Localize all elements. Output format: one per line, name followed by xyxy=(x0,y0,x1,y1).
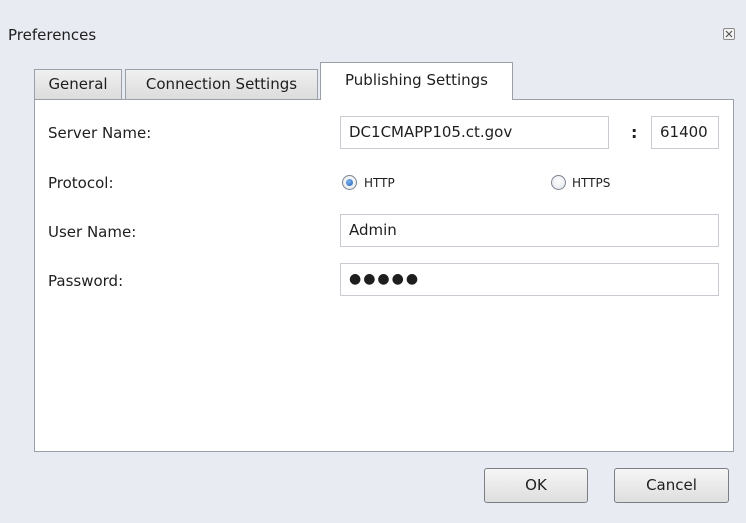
preferences-dialog: Preferences General Connection Settings … xyxy=(0,0,746,523)
title-bar: Preferences xyxy=(0,18,746,50)
user-name-input[interactable]: Admin xyxy=(340,214,719,247)
radio-selected-indicator xyxy=(346,179,353,186)
close-icon xyxy=(725,30,733,38)
server-name-label: Server Name: xyxy=(48,124,152,142)
http-radio-label[interactable]: HTTP xyxy=(364,176,395,190)
server-name-input[interactable]: DC1CMAPP105.ct.gov xyxy=(340,116,609,149)
close-button[interactable] xyxy=(723,28,735,40)
tab-publishing-settings[interactable]: Publishing Settings xyxy=(320,62,513,100)
password-input[interactable]: ●●●●● xyxy=(340,263,719,296)
tab-connection-settings[interactable]: Connection Settings xyxy=(125,69,318,99)
protocol-label: Protocol: xyxy=(48,174,114,192)
port-input[interactable]: 61400 xyxy=(651,116,719,149)
http-radio[interactable] xyxy=(342,175,357,190)
tab-general[interactable]: General xyxy=(34,69,122,99)
https-radio-label[interactable]: HTTPS xyxy=(572,176,610,190)
ok-button[interactable]: OK xyxy=(484,468,588,503)
cancel-button[interactable]: Cancel xyxy=(614,468,729,503)
dialog-title: Preferences xyxy=(8,26,97,44)
port-separator: : xyxy=(631,123,638,142)
https-radio[interactable] xyxy=(551,175,566,190)
user-name-label: User Name: xyxy=(48,223,137,241)
password-label: Password: xyxy=(48,272,124,290)
